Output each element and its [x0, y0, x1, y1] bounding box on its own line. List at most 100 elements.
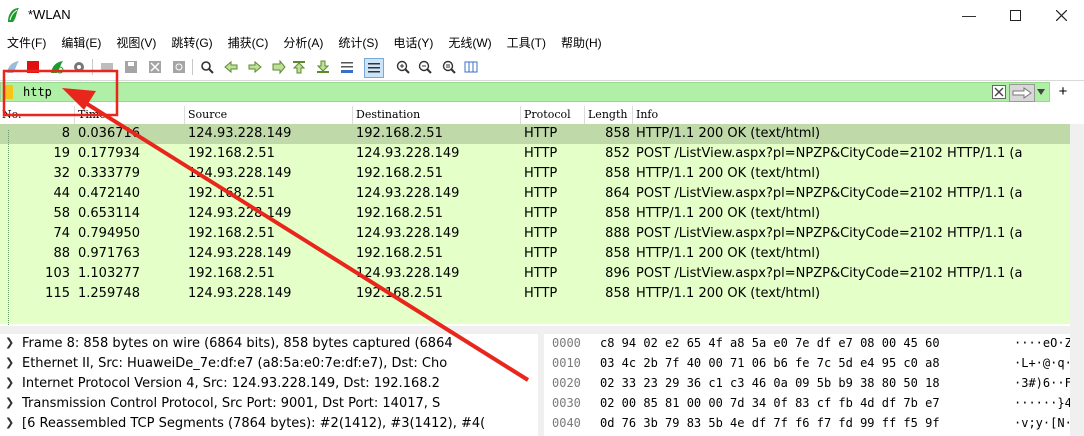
- menu-edit[interactable]: 编辑(E): [54, 32, 109, 54]
- column-divider: [632, 106, 633, 124]
- col-length[interactable]: Length: [588, 108, 627, 121]
- packet-list-scrollbar[interactable]: [1070, 124, 1084, 326]
- menu-help[interactable]: 帮助(H): [554, 32, 610, 54]
- packet-destination: 124.93.228.149: [356, 146, 460, 161]
- close-file-button[interactable]: [146, 58, 164, 76]
- clear-filter-button[interactable]: [991, 84, 1007, 100]
- save-file-button[interactable]: [122, 58, 140, 76]
- menu-file[interactable]: 文件(F): [0, 32, 54, 54]
- col-time[interactable]: Time: [78, 108, 106, 121]
- first-packet-button[interactable]: [290, 58, 308, 76]
- packet-row[interactable]: 58 0.653114 124.93.228.149 192.168.2.51 …: [0, 204, 1070, 224]
- packet-row[interactable]: 74 0.794950 192.168.2.51 124.93.228.149 …: [0, 224, 1070, 244]
- colorize-button[interactable]: [364, 58, 384, 78]
- zoom-in-button[interactable]: [394, 58, 412, 76]
- menu-statistics[interactable]: 统计(S): [331, 32, 386, 54]
- packet-row-partial[interactable]: [0, 304, 1070, 324]
- title-bar: *WLAN —: [0, 0, 1084, 30]
- menu-view[interactable]: 视图(V): [109, 32, 164, 54]
- save-icon: [125, 61, 137, 73]
- start-capture-button[interactable]: [4, 58, 22, 76]
- clear-icon: [992, 85, 1006, 99]
- go-forward-button[interactable]: [246, 58, 264, 76]
- resize-columns-icon: [464, 61, 478, 73]
- menu-tools[interactable]: 工具(T): [500, 32, 554, 54]
- expand-arrow-icon[interactable]: ❯: [5, 376, 14, 389]
- packet-row[interactable]: 32 0.333779 124.93.228.149 192.168.2.51 …: [0, 164, 1070, 184]
- packet-protocol: HTTP: [524, 286, 558, 301]
- chevron-down-icon: [1037, 89, 1045, 95]
- menu-capture[interactable]: 捕获(C): [221, 32, 277, 54]
- packet-no: 58: [53, 206, 70, 221]
- display-filter-input[interactable]: [19, 83, 983, 101]
- packet-row[interactable]: 8 0.036716 124.93.228.149 192.168.2.51 H…: [0, 124, 1070, 144]
- zoom-out-button[interactable]: [416, 58, 434, 76]
- packet-row[interactable]: 44 0.472140 192.168.2.51 124.93.228.149 …: [0, 184, 1070, 204]
- minimize-button[interactable]: —: [946, 0, 992, 30]
- last-packet-button[interactable]: [314, 58, 332, 76]
- packet-row[interactable]: 19 0.177934 192.168.2.51 124.93.228.149 …: [0, 144, 1070, 164]
- autoscroll-button[interactable]: [338, 58, 356, 76]
- close-button[interactable]: [1038, 0, 1084, 30]
- packet-destination: 192.168.2.51: [356, 126, 443, 141]
- col-no[interactable]: No.: [2, 108, 22, 121]
- col-protocol[interactable]: Protocol: [524, 108, 571, 121]
- packet-row[interactable]: 103 1.103277 192.168.2.51 124.93.228.149…: [0, 264, 1070, 284]
- stop-capture-button[interactable]: [24, 58, 42, 76]
- packet-source: 192.168.2.51: [188, 146, 275, 161]
- menu-analyze[interactable]: 分析(A): [276, 32, 331, 54]
- filter-history-dropdown[interactable]: [1035, 84, 1047, 100]
- packet-info: HTTP/1.1 200 OK (text/html): [636, 246, 821, 261]
- packet-length: 852: [605, 146, 630, 161]
- col-destination[interactable]: Destination: [356, 108, 420, 121]
- packet-source: 192.168.2.51: [188, 266, 275, 281]
- search-icon: [201, 61, 214, 74]
- reload-icon: [173, 61, 185, 73]
- bytes-pane-scrollbar[interactable]: [1070, 334, 1084, 436]
- packet-row[interactable]: 88 0.971763 124.93.228.149 192.168.2.51 …: [0, 244, 1070, 264]
- packet-time: 0.472140: [78, 186, 141, 201]
- packet-protocol: HTTP: [524, 246, 558, 261]
- menu-telephony[interactable]: 电话(Y): [386, 32, 441, 54]
- window-title: *WLAN: [28, 7, 71, 22]
- expand-arrow-icon[interactable]: ❯: [5, 416, 14, 429]
- apply-filter-button[interactable]: [1009, 84, 1035, 102]
- packet-source: 124.93.228.149: [188, 206, 292, 221]
- reload-button[interactable]: [170, 58, 188, 76]
- packet-destination: 192.168.2.51: [356, 166, 443, 181]
- add-filter-button[interactable]: +: [1054, 82, 1072, 102]
- col-info[interactable]: Info: [636, 108, 658, 121]
- colorize-lines-icon: [368, 63, 380, 73]
- maximize-button[interactable]: [992, 0, 1038, 30]
- pane-splitter[interactable]: [0, 326, 1084, 334]
- menu-wireless[interactable]: 无线(W): [441, 32, 499, 54]
- close-icon: [1055, 9, 1067, 21]
- jump-icon: [272, 60, 286, 74]
- packet-length: 858: [605, 286, 630, 301]
- restart-capture-button[interactable]: [48, 58, 66, 76]
- packet-destination: 192.168.2.51: [356, 246, 443, 261]
- arrow-down-icon: [316, 60, 330, 73]
- go-back-button[interactable]: [222, 58, 240, 76]
- packet-row[interactable]: 115 1.259748 124.93.228.149 192.168.2.51…: [0, 284, 1070, 304]
- col-source[interactable]: Source: [188, 108, 227, 121]
- go-to-packet-button[interactable]: [270, 58, 288, 76]
- expand-arrow-icon[interactable]: ❯: [5, 396, 14, 409]
- menu-go[interactable]: 跳转(G): [164, 32, 220, 54]
- packet-length: 896: [605, 266, 630, 281]
- expand-arrow-icon[interactable]: ❯: [5, 356, 14, 369]
- capture-options-button[interactable]: [70, 58, 88, 76]
- packet-time: 0.653114: [78, 206, 141, 221]
- resize-columns-button[interactable]: [462, 58, 480, 76]
- packet-no: 115: [45, 286, 70, 301]
- packet-time: 1.259748: [78, 286, 141, 301]
- bookmark-icon[interactable]: [5, 85, 13, 99]
- expand-arrow-icon[interactable]: ❯: [5, 336, 14, 349]
- packet-time: 0.794950: [78, 226, 141, 241]
- wireshark-fin-icon: [8, 8, 19, 22]
- open-file-button[interactable]: [98, 58, 116, 76]
- arrow-up-icon: [292, 61, 306, 74]
- packet-list-header: No. Time Source Destination Protocol Len…: [0, 106, 1084, 125]
- find-packet-button[interactable]: [198, 58, 216, 76]
- normal-size-button[interactable]: [440, 58, 458, 76]
